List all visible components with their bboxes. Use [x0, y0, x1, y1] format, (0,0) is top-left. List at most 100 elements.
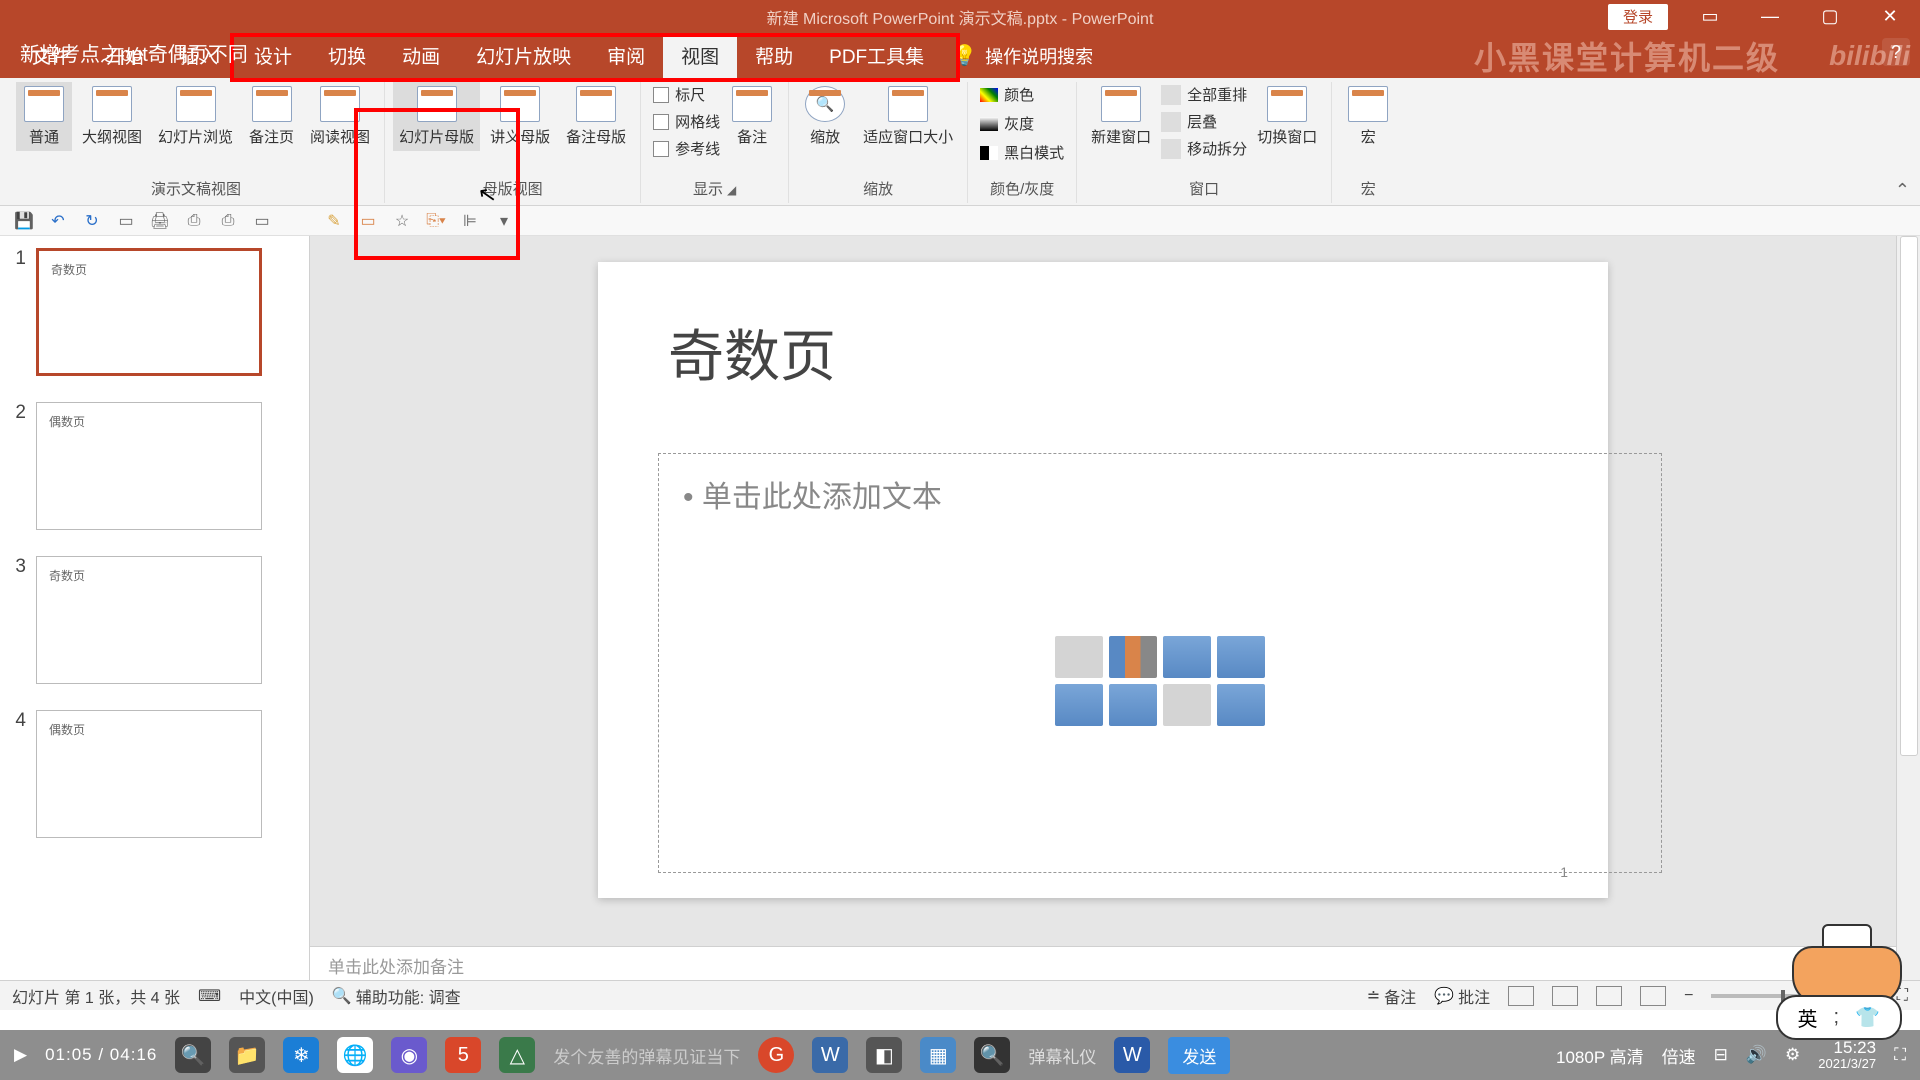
chrome-icon[interactable]: 🌐 — [337, 1037, 373, 1073]
slide-master-button[interactable]: 幻灯片母版 — [393, 82, 480, 151]
scrollbar-thumb[interactable] — [1900, 236, 1918, 756]
notes-input[interactable]: 单击此处添加备注 — [310, 946, 1896, 980]
comments-toggle[interactable]: 💬 批注 — [1434, 984, 1490, 1008]
outline-view-button[interactable]: 大纲视图 — [76, 82, 148, 151]
slide-canvas[interactable]: 奇数页 • 单击此处添加文本 1 — [310, 236, 1896, 946]
arrange-all-button[interactable]: 全部重排 — [1157, 82, 1251, 107]
slide-title[interactable]: 奇数页 — [668, 312, 1538, 393]
settings-icon[interactable]: ⚙ — [1785, 1045, 1800, 1065]
tab-help[interactable]: 帮助 — [737, 33, 811, 78]
notes-toggle[interactable]: ≐ 备注 — [1367, 984, 1416, 1008]
taskbar-app-icon[interactable]: G — [758, 1037, 794, 1073]
save-icon[interactable]: 💾 — [14, 211, 34, 231]
taskbar-app-icon[interactable]: 📁 — [229, 1037, 265, 1073]
undo-icon[interactable]: ↶ — [48, 211, 68, 231]
collapse-ribbon-icon[interactable]: ⌃ — [1895, 180, 1910, 201]
insert-chart-icon[interactable] — [1109, 636, 1157, 678]
sorter-view-icon[interactable] — [1552, 986, 1578, 1006]
volume-icon[interactable]: 🔊 — [1746, 1045, 1767, 1065]
tab-animations[interactable]: 动画 — [384, 33, 458, 78]
taskbar-app-icon[interactable]: ◧ — [866, 1037, 902, 1073]
accessibility-status[interactable]: 🔍 辅助功能: 调查 — [332, 984, 461, 1008]
danmu-input[interactable]: 发个友善的弹幕见证当下 — [553, 1043, 740, 1068]
qat-icon[interactable]: ⎙ — [184, 211, 204, 231]
fullscreen-icon[interactable]: ⛶ — [1894, 1045, 1906, 1065]
slide-thumbnail[interactable]: 偶数页 — [36, 710, 262, 838]
taskbar-app-icon[interactable]: ◉ — [391, 1037, 427, 1073]
minimize-icon[interactable]: — — [1740, 0, 1800, 33]
ime-indicator-icon[interactable]: ⌨ — [198, 986, 221, 1006]
close-icon[interactable]: ✕ — [1860, 0, 1920, 33]
language-status[interactable]: 中文(中国) — [239, 984, 314, 1008]
gridlines-checkbox[interactable]: 网格线 — [649, 109, 724, 134]
tab-transitions[interactable]: 切换 — [310, 33, 384, 78]
fit-window-button[interactable]: 适应窗口大小 — [857, 82, 959, 151]
normal-view-icon[interactable] — [1508, 986, 1534, 1006]
qat-icon[interactable]: ⎘▾ — [426, 211, 446, 231]
notes-page-button[interactable]: 备注页 — [243, 82, 300, 151]
word-icon[interactable]: W — [1114, 1037, 1150, 1073]
guides-checkbox[interactable]: 参考线 — [649, 136, 724, 161]
slide-thumbnail[interactable]: 偶数页 — [36, 402, 262, 530]
insert-icon-icon[interactable] — [1217, 684, 1265, 726]
taskbar-app-icon[interactable]: 🔍 — [175, 1037, 211, 1073]
ruler-checkbox[interactable]: 标尺 — [649, 82, 724, 107]
grayscale-button[interactable]: 灰度 — [976, 111, 1068, 136]
danmu-etiquette[interactable]: 弹幕礼仪 — [1028, 1043, 1096, 1068]
bw-button[interactable]: 黑白模式 — [976, 140, 1068, 165]
slideshow-view-icon[interactable] — [1640, 986, 1666, 1006]
tab-review[interactable]: 审阅 — [589, 33, 663, 78]
vertical-scrollbar[interactable] — [1896, 236, 1920, 980]
qat-icon[interactable]: ▭ — [252, 211, 272, 231]
qat-icon[interactable]: ▭ — [358, 211, 378, 231]
insert-video-icon[interactable] — [1163, 684, 1211, 726]
cascade-button[interactable]: 层叠 — [1157, 109, 1251, 134]
maximize-icon[interactable]: ▢ — [1800, 0, 1860, 33]
playback-speed[interactable]: 倍速 — [1662, 1043, 1696, 1068]
notes-button[interactable]: 备注 — [724, 82, 780, 161]
taskbar-app-icon[interactable]: ❄ — [283, 1037, 319, 1073]
qat-icon[interactable]: ⎙ — [218, 211, 238, 231]
reading-view-icon[interactable] — [1596, 986, 1622, 1006]
video-quality[interactable]: 1080P 高清 — [1556, 1043, 1644, 1068]
ime-indicator[interactable]: 英 ; 👕 — [1776, 995, 1902, 1040]
tab-view[interactable]: 视图 — [663, 33, 737, 78]
content-placeholder[interactable]: • 单击此处添加文本 — [658, 453, 1662, 873]
notes-master-button[interactable]: 备注母版 — [560, 82, 632, 151]
slide-thumbnail[interactable]: 奇数页 — [36, 556, 262, 684]
zoom-button[interactable]: 🔍缩放 — [797, 82, 853, 151]
highlight-icon[interactable]: ✎ — [324, 211, 344, 231]
insert-3d-icon[interactable] — [1217, 636, 1265, 678]
search-icon[interactable]: 🔍 — [974, 1037, 1010, 1073]
taskbar-app-icon[interactable]: △ — [499, 1037, 535, 1073]
login-button[interactable]: 登录 — [1608, 4, 1668, 30]
slide-sorter-button[interactable]: 幻灯片浏览 — [152, 82, 239, 151]
print-icon[interactable]: 🖨 — [150, 211, 170, 231]
tab-pdf[interactable]: PDF工具集 — [811, 33, 942, 78]
align-icon[interactable]: ⊫ — [460, 211, 480, 231]
send-button[interactable]: 发送 — [1168, 1037, 1230, 1074]
handout-master-button[interactable]: 讲义母版 — [484, 82, 556, 151]
insert-table-icon[interactable] — [1055, 636, 1103, 678]
zoom-out-icon[interactable]: − — [1684, 987, 1693, 1005]
slide-thumbnail[interactable]: 奇数页 — [36, 248, 262, 376]
help-icon[interactable]: ? — [1882, 38, 1910, 66]
insert-picture-icon[interactable] — [1055, 684, 1103, 726]
more-icon[interactable]: ▾ — [494, 211, 514, 231]
tab-slideshow[interactable]: 幻灯片放映 — [458, 33, 589, 78]
slideshow-icon[interactable]: ▭ — [116, 211, 136, 231]
reading-view-button[interactable]: 阅读视图 — [304, 82, 376, 151]
slide-thumbnails-panel[interactable]: 1奇数页 2偶数页 3奇数页 4偶数页 — [0, 236, 310, 980]
play-icon[interactable]: ▶ — [14, 1045, 27, 1065]
taskbar-app-icon[interactable]: ▦ — [920, 1037, 956, 1073]
normal-view-button[interactable]: 普通 — [16, 82, 72, 151]
wps-icon[interactable]: W — [812, 1037, 848, 1073]
slide[interactable]: 奇数页 • 单击此处添加文本 1 — [598, 262, 1608, 898]
insert-online-picture-icon[interactable] — [1109, 684, 1157, 726]
taskbar-app-icon[interactable]: 5 — [445, 1037, 481, 1073]
ribbon-display-icon[interactable]: ▭ — [1680, 0, 1740, 33]
switch-windows-button[interactable]: 切换窗口 — [1251, 82, 1323, 161]
dialog-launcher-icon[interactable]: ◢ — [727, 183, 736, 197]
color-button[interactable]: 颜色 — [976, 82, 1068, 107]
insert-smartart-icon[interactable] — [1163, 636, 1211, 678]
